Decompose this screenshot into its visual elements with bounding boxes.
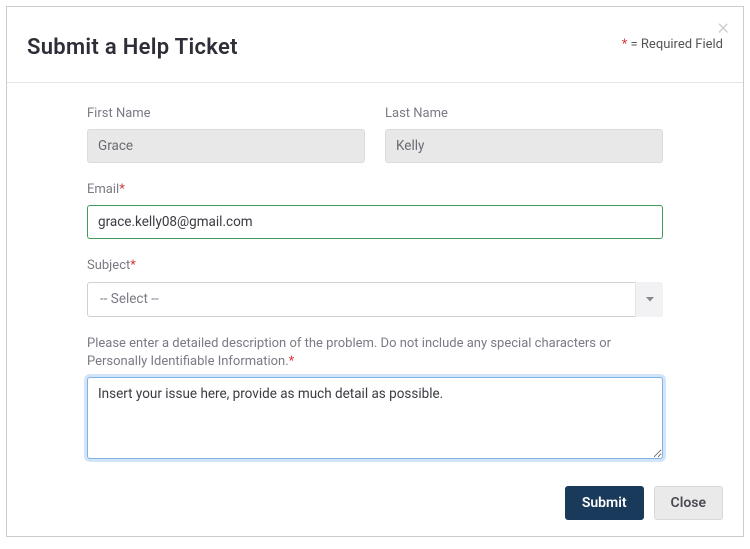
- description-group: Please enter a detailed description of t…: [87, 335, 663, 463]
- modal-footer: Submit Close: [7, 472, 743, 536]
- first-name-group: First Name: [87, 105, 365, 163]
- modal-title: Submit a Help Ticket: [27, 35, 723, 60]
- description-label: Please enter a detailed description of t…: [87, 335, 663, 371]
- subject-selected-value: -- Select --: [87, 282, 663, 317]
- name-row: First Name Last Name: [87, 105, 663, 163]
- required-asterisk: *: [119, 182, 125, 197]
- first-name-field: [87, 129, 365, 163]
- subject-group: Subject* -- Select --: [87, 257, 663, 316]
- email-label: Email*: [87, 181, 663, 199]
- required-asterisk: *: [130, 258, 136, 273]
- help-ticket-modal: Submit a Help Ticket × * = Required Fiel…: [6, 6, 744, 537]
- required-field-hint: * = Required Field: [622, 37, 723, 52]
- subject-select[interactable]: -- Select --: [87, 282, 663, 317]
- modal-header: Submit a Help Ticket × * = Required Fiel…: [7, 7, 743, 83]
- last-name-label: Last Name: [385, 105, 663, 123]
- required-asterisk: *: [289, 354, 295, 369]
- description-field[interactable]: [87, 377, 663, 459]
- chevron-down-icon: [635, 282, 663, 317]
- modal-body: First Name Last Name Email* Subject* -- …: [7, 83, 743, 472]
- last-name-group: Last Name: [385, 105, 663, 163]
- first-name-label: First Name: [87, 105, 365, 123]
- subject-label: Subject*: [87, 257, 663, 275]
- email-field[interactable]: [87, 205, 663, 239]
- close-icon[interactable]: ×: [717, 17, 729, 39]
- last-name-field: [385, 129, 663, 163]
- submit-button[interactable]: Submit: [565, 486, 644, 520]
- close-button[interactable]: Close: [654, 486, 723, 520]
- email-group: Email*: [87, 181, 663, 239]
- required-hint-text: = Required Field: [627, 37, 723, 52]
